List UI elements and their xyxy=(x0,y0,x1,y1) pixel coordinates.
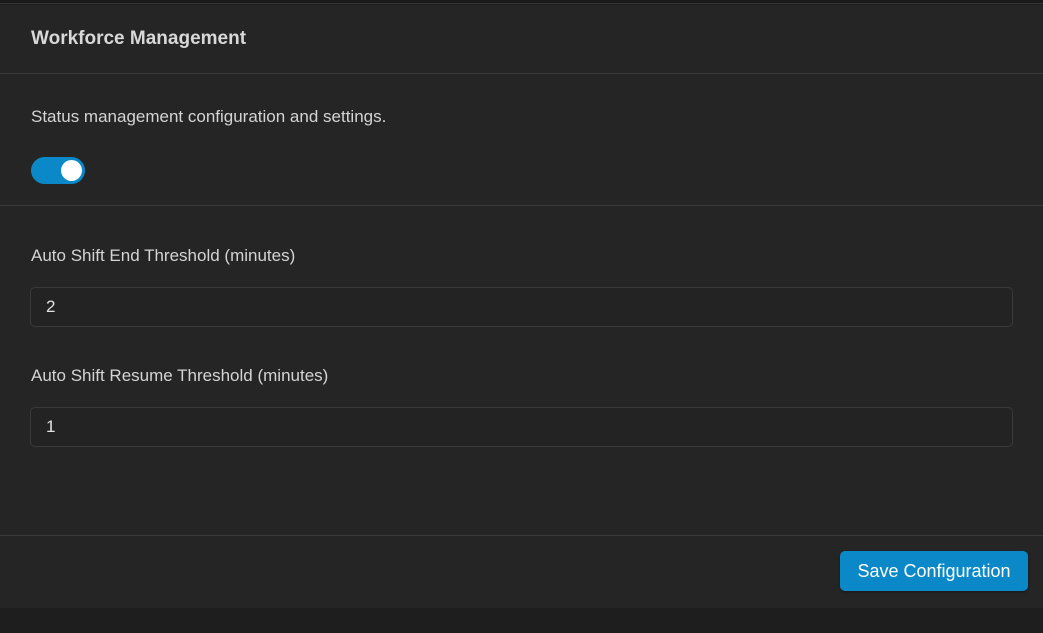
settings-card: Workforce Management Status management c… xyxy=(0,5,1043,608)
save-configuration-button[interactable]: Save Configuration xyxy=(840,551,1028,591)
status-description: Status management configuration and sett… xyxy=(31,107,387,126)
status-section: Status management configuration and sett… xyxy=(0,74,1043,206)
shift-end-threshold-input[interactable] xyxy=(30,287,1013,327)
shift-resume-threshold-label: Auto Shift Resume Threshold (minutes) xyxy=(31,366,329,385)
card-footer: Save Configuration xyxy=(0,536,1043,607)
threshold-fields-section: Auto Shift End Threshold (minutes) Auto … xyxy=(0,206,1043,536)
page-title: Workforce Management xyxy=(31,27,247,49)
shift-resume-threshold-input[interactable] xyxy=(30,407,1013,447)
card-header: Workforce Management xyxy=(0,5,1043,74)
top-divider xyxy=(0,0,1043,4)
status-toggle[interactable] xyxy=(31,157,85,184)
toggle-knob xyxy=(61,160,82,181)
page: Workforce Management Status management c… xyxy=(0,0,1043,633)
shift-end-threshold-label: Auto Shift End Threshold (minutes) xyxy=(31,246,296,265)
